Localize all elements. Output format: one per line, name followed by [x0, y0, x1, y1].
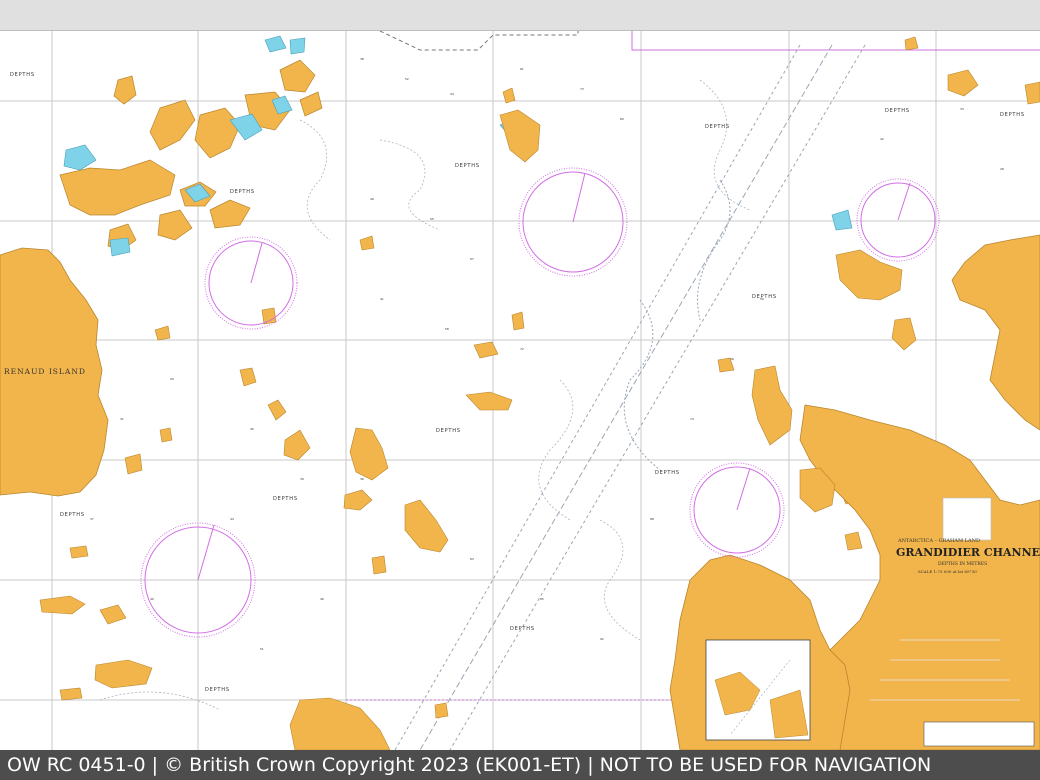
svg-text:39: 39 — [300, 477, 304, 481]
svg-text:55: 55 — [430, 217, 434, 221]
svg-text:DEPTHS: DEPTHS — [655, 470, 680, 476]
compass-rose-3 — [856, 178, 940, 262]
svg-text:37: 37 — [90, 517, 94, 521]
chart-scale: SCALE 1:75 000 at lat 65°30′ — [918, 569, 978, 574]
svg-text:DEPTHS: DEPTHS — [510, 626, 535, 632]
svg-text:31: 31 — [120, 417, 124, 421]
svg-text:63: 63 — [470, 557, 474, 561]
chart-svg: 385244 617380 495567 415872 364763 85928… — [0, 31, 1040, 750]
nautical-chart-canvas[interactable]: 385244 617380 495567 415872 364763 85928… — [0, 31, 1040, 750]
svg-text:61: 61 — [520, 67, 524, 71]
svg-text:40: 40 — [150, 597, 154, 601]
tide-table — [923, 721, 1035, 747]
svg-text:51: 51 — [260, 647, 264, 651]
svg-text:DEPTHS: DEPTHS — [885, 108, 910, 114]
svg-text:67: 67 — [470, 257, 474, 261]
chart-region-label: ANTARCTICA – GRAHAM LAND — [897, 538, 980, 544]
svg-text:88: 88 — [650, 517, 654, 521]
svg-text:58: 58 — [445, 327, 449, 331]
svg-text:44: 44 — [450, 92, 454, 96]
svg-text:72: 72 — [520, 347, 524, 351]
svg-text:DEPTHS: DEPTHS — [205, 687, 230, 693]
svg-text:42: 42 — [880, 137, 884, 141]
boundary-dashed — [379, 31, 579, 51]
svg-text:28: 28 — [1000, 167, 1004, 171]
compass-rose-4 — [689, 462, 785, 558]
svg-text:80: 80 — [620, 117, 624, 121]
svg-text:DEPTHS: DEPTHS — [1000, 112, 1025, 118]
svg-text:44: 44 — [230, 517, 234, 521]
chart-subtitle: DEPTHS IN METRES — [938, 561, 987, 567]
compass-rose-1 — [204, 236, 298, 330]
svg-text:73: 73 — [580, 87, 584, 91]
svg-text:49: 49 — [370, 197, 374, 201]
svg-text:92: 92 — [600, 637, 604, 641]
svg-text:DEPTHS: DEPTHS — [436, 428, 461, 434]
svg-text:52: 52 — [405, 77, 409, 81]
svg-text:85: 85 — [540, 597, 544, 601]
svg-text:74: 74 — [690, 417, 694, 421]
svg-text:DEPTHS: DEPTHS — [752, 294, 777, 300]
svg-text:DEPTHS: DEPTHS — [230, 189, 255, 195]
svg-text:DEPTHS: DEPTHS — [60, 512, 85, 518]
svg-text:36: 36 — [360, 477, 364, 481]
svg-text:46: 46 — [320, 597, 324, 601]
svg-text:DEPTHS: DEPTHS — [705, 124, 730, 130]
svg-text:29: 29 — [170, 377, 174, 381]
compass-rose-2 — [518, 167, 628, 277]
top-toolbar — [0, 0, 1040, 31]
footer-copyright: OW RC 0451-0 | © British Crown Copyright… — [0, 750, 1040, 780]
svg-text:41: 41 — [380, 297, 384, 301]
chart-title: GRANDIDIER CHANNEL — [896, 546, 1040, 559]
svg-text:DEPTHS: DEPTHS — [455, 163, 480, 169]
renaud-island-label: RENAUD ISLAND — [4, 367, 86, 376]
svg-text:33: 33 — [960, 107, 964, 111]
svg-text:38: 38 — [360, 57, 364, 61]
east-mainland — [951, 234, 1040, 431]
svg-text:45: 45 — [250, 427, 254, 431]
svg-text:DEPTHS: DEPTHS — [273, 496, 298, 502]
svg-text:DEPTHS: DEPTHS — [10, 72, 35, 78]
inset-diagram — [705, 639, 811, 741]
notes-panel-blank — [942, 497, 992, 541]
